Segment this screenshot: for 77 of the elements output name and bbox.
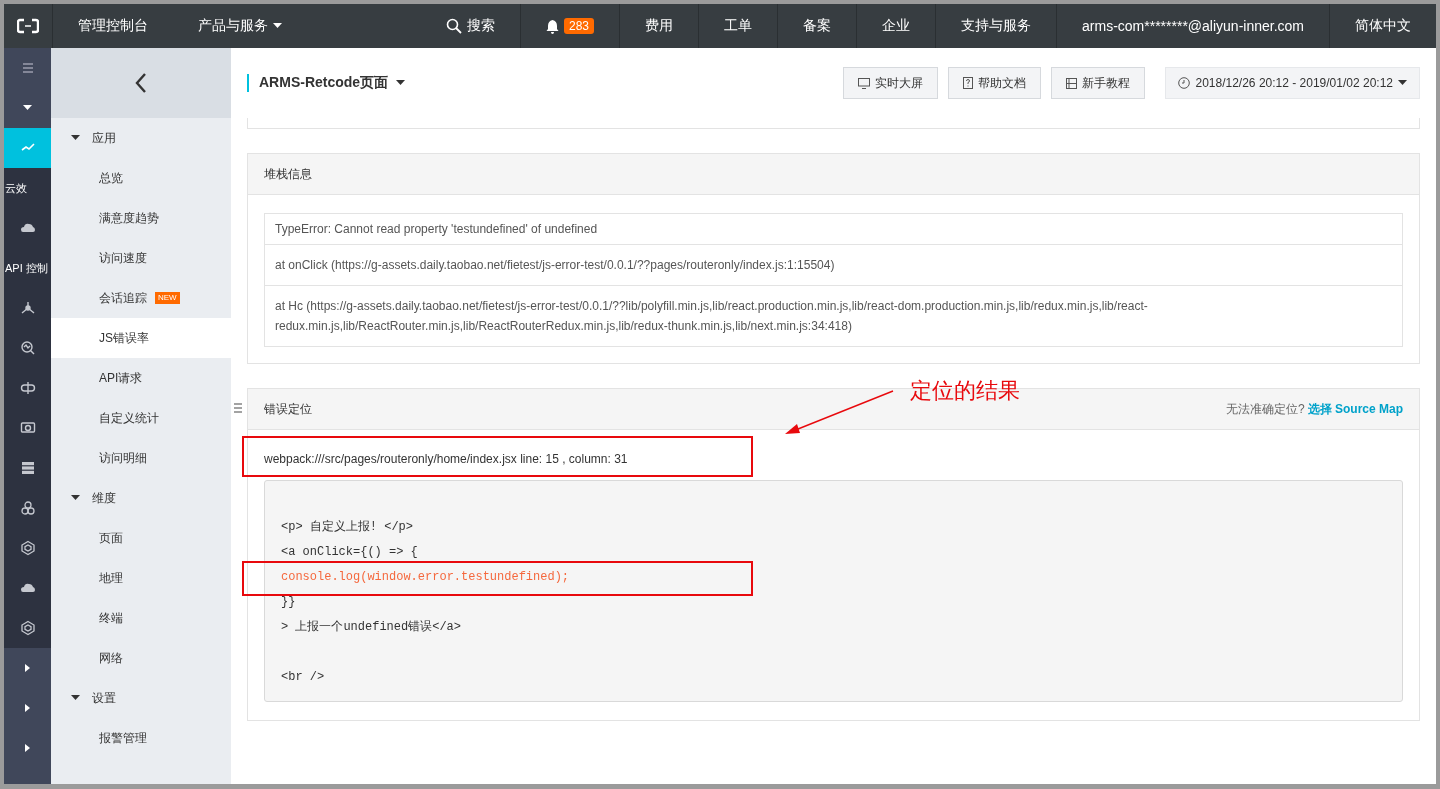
caret-icon <box>71 495 80 501</box>
hint-text: 无法准确定位? <box>1225 400 1305 418</box>
console-link[interactable]: 管理控制台 <box>53 4 173 48</box>
sidebar-item[interactable]: 自定义统计 <box>51 398 231 438</box>
node-network-icon <box>19 300 36 316</box>
sidebar-item[interactable]: JS错误率 <box>51 318 231 358</box>
search-icon <box>446 18 462 34</box>
monitor-icon <box>858 77 871 89</box>
panel-title: 堆栈信息 <box>264 165 313 183</box>
bell-icon <box>546 18 559 34</box>
caret-icon <box>71 135 80 141</box>
stack-line: at Hc (https://g-assets.daily.taobao.net/fietest/js-error-test/0.0.1/??lib/polyfill.min.js,lib/react.production.min.js,lib/react-dom.production.min.js,lib/redux.min.js,lib/react-redux.min.js,lib/ReactRouter.min.js,lib/ReactRouterRedux.min.js,lib/redux-thunk.min.js,lib/next.min.js:34:418) <box>265 285 1402 346</box>
help-document-icon <box>963 77 974 89</box>
language-menu[interactable]: 简体中文 <box>1329 4 1436 48</box>
nav-link[interactable]: 支持与服务 <box>935 4 1057 48</box>
caret-icon <box>71 695 80 701</box>
sidebar-item[interactable]: 会话追踪 NEW <box>51 278 231 318</box>
products-menu[interactable]: 产品与服务 <box>173 4 307 48</box>
sidebar-item[interactable]: 总览 <box>51 158 231 198</box>
nav-link[interactable]: 备案 <box>777 4 857 48</box>
annotation-text: 定位的结果 <box>910 377 1020 405</box>
caret-right-icon[interactable] <box>25 744 30 752</box>
location-text: webpack:///src/pages/routeronly/home/index.jsx line: 15 , column: 31 <box>264 451 628 468</box>
search-chart-icon <box>19 340 36 356</box>
code-line: <br /> <box>281 669 325 684</box>
monitor-icon <box>19 420 36 436</box>
rail-label[interactable]: API 控制 <box>5 260 48 276</box>
nav-link[interactable]: 费用 <box>619 4 699 48</box>
clock-icon <box>1178 77 1191 89</box>
sidebar-item[interactable]: 访问速度 <box>51 238 231 278</box>
nav-link[interactable]: 工单 <box>698 4 778 48</box>
hexagon-icon <box>19 620 36 636</box>
code-line: <p> 自定义上报! </p> <box>281 519 413 535</box>
caret-right-icon[interactable] <box>25 704 30 712</box>
code-line: <a onClick={() => { <box>281 544 418 559</box>
sidebar-group[interactable]: 设置 <box>51 678 231 718</box>
search-button[interactable]: 搜索 <box>421 4 520 48</box>
caret-down-icon[interactable] <box>23 105 32 111</box>
logo-icon[interactable] <box>17 18 39 34</box>
code-line: > 上报一个undefined错误</a> <box>281 619 462 635</box>
date-range-picker[interactable]: 2018/12/26 20:12 - 2019/01/02 20:12 <box>1165 67 1420 99</box>
code-line: console.log(window.error.testundefined); <box>281 569 570 584</box>
sidebar-item[interactable]: 地理 <box>51 558 231 598</box>
rail-label[interactable]: 云效 <box>5 180 27 196</box>
menu-icon[interactable] <box>21 62 34 74</box>
header-button[interactable]: 新手教程 <box>1051 67 1146 99</box>
code-line: }} <box>281 594 296 609</box>
sidebar-item[interactable]: 访问明细 <box>51 438 231 478</box>
sidebar-group[interactable]: 应用 <box>51 118 231 158</box>
back-chevron-icon[interactable] <box>135 73 147 93</box>
stack-line: TypeError: Cannot read property 'testundefined' of undefined <box>274 221 599 238</box>
nav-link[interactable]: 企业 <box>856 4 936 48</box>
split-pill-icon <box>19 380 36 396</box>
hexagon-icon <box>19 540 36 556</box>
new-badge: NEW <box>155 292 180 304</box>
sidebar-group[interactable]: 维度 <box>51 478 231 518</box>
list-icon <box>234 403 242 413</box>
page-title: ARMS-Retcode页面 <box>259 74 389 92</box>
header-button[interactable]: 帮助文档 <box>948 67 1042 99</box>
caret-right-icon[interactable] <box>25 664 30 672</box>
caret-icon <box>273 23 282 29</box>
sidebar-item[interactable]: 网络 <box>51 638 231 678</box>
header-button[interactable]: 实时大屏 <box>843 67 939 99</box>
sidebar-item[interactable]: 报警管理 <box>51 718 231 758</box>
sidebar-item[interactable]: API请求 <box>51 358 231 398</box>
notification-count: 283 <box>564 18 595 34</box>
caret-icon[interactable] <box>396 80 406 86</box>
three-circles-icon <box>19 500 36 516</box>
sidebar-item[interactable]: 终端 <box>51 598 231 638</box>
caret-icon <box>1398 80 1407 86</box>
panel-title: 错误定位 <box>264 400 313 418</box>
server-stack-icon <box>19 460 36 476</box>
stack-line: at onClick (https://g-assets.daily.taobao.net/fietest/js-error-test/0.0.1/??pages/routeronly/index.js:1:15504) <box>265 244 1402 285</box>
account-menu[interactable]: arms-com********@aliyun-inner.com <box>1056 4 1329 48</box>
sidebar-item[interactable]: 页面 <box>51 518 231 558</box>
sidebar-item[interactable]: 满意度趋势 <box>51 198 231 238</box>
film-icon <box>1066 77 1078 89</box>
